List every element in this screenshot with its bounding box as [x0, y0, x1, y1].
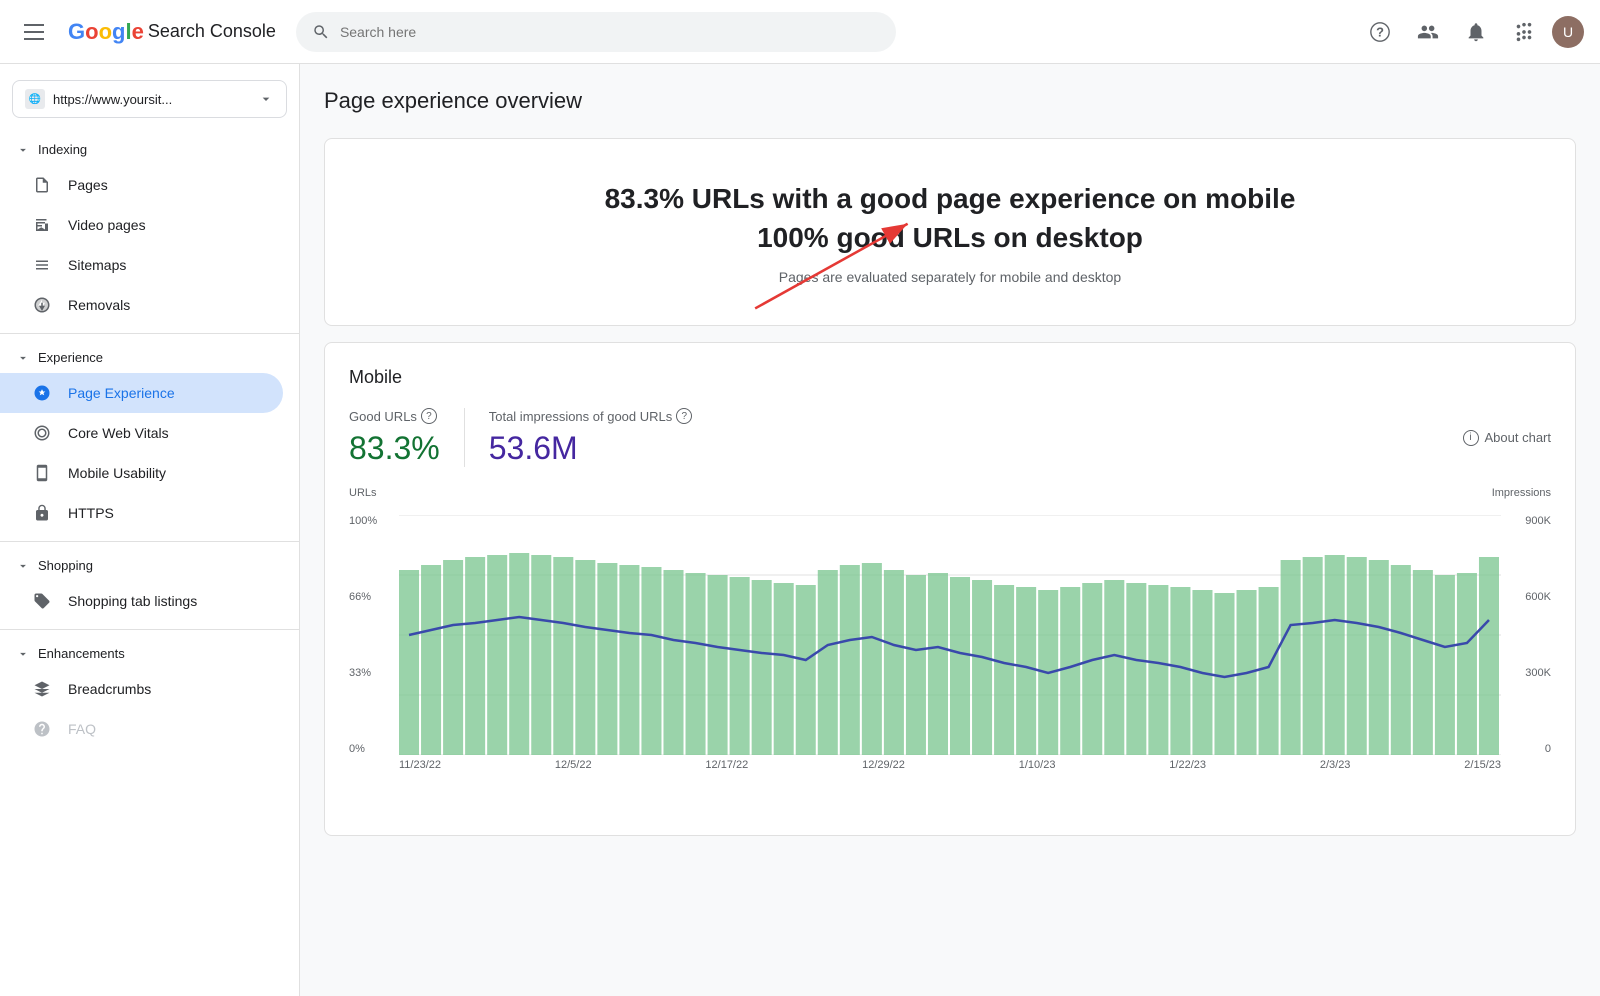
user-settings-button[interactable]: [1408, 12, 1448, 52]
avatar[interactable]: U: [1552, 16, 1584, 48]
section-experience-label: Experience: [38, 350, 103, 365]
good-urls-info-icon[interactable]: ?: [421, 408, 437, 424]
section-enhancements[interactable]: Enhancements: [0, 638, 299, 669]
https-icon: [32, 503, 52, 523]
sidebar-item-video-pages-label: Video pages: [68, 217, 146, 233]
app-title: Search Console: [148, 21, 276, 42]
divider: [0, 333, 299, 334]
sidebar-item-sitemaps-label: Sitemaps: [68, 257, 126, 273]
sidebar-item-page-experience[interactable]: Page Experience: [0, 373, 283, 413]
headline-line1: 83.3% URLs with a good page experience o…: [605, 183, 1296, 214]
header-actions: ? U: [1360, 12, 1584, 52]
sidebar-item-shopping-tab-label: Shopping tab listings: [68, 593, 197, 609]
chart-card: Mobile Good URLs ? 83.3% Total impressio…: [324, 342, 1576, 836]
sidebar-item-faq-label: FAQ: [68, 721, 96, 737]
video-pages-icon: [32, 215, 52, 235]
sidebar-item-breadcrumbs[interactable]: Breadcrumbs: [0, 669, 283, 709]
good-urls-label: Good URLs ?: [349, 408, 440, 424]
sidebar-item-video-pages[interactable]: Video pages: [0, 205, 283, 245]
chevron-down-icon: [16, 143, 30, 157]
apps-button[interactable]: [1504, 12, 1544, 52]
google-logo: Google Search Console: [68, 19, 276, 45]
pages-icon: [32, 175, 52, 195]
site-selector[interactable]: 🌐 https://www.yoursit...: [12, 80, 287, 118]
x-axis-labels: 11/23/22 12/5/22 12/17/22 12/29/22 1/10/…: [399, 759, 1501, 771]
divider-2: [0, 541, 299, 542]
section-shopping-label: Shopping: [38, 558, 93, 573]
sidebar-item-https[interactable]: HTTPS: [0, 493, 283, 533]
sidebar-item-core-web-vitals[interactable]: Core Web Vitals: [0, 413, 283, 453]
mobile-usability-icon: [32, 463, 52, 483]
chart-y-label-left: URLs: [349, 487, 377, 499]
page-experience-icon: [32, 383, 52, 403]
y-axis-right: 900K 600K 300K 0: [1525, 515, 1551, 755]
chevron-down-icon: [16, 559, 30, 573]
section-experience[interactable]: Experience: [0, 342, 299, 373]
divider-3: [0, 629, 299, 630]
removals-icon: [32, 295, 52, 315]
site-favicon: 🌐: [25, 89, 45, 109]
breadcrumbs-icon: [32, 679, 52, 699]
search-icon: [312, 23, 330, 41]
section-enhancements-label: Enhancements: [38, 646, 125, 661]
core-web-vitals-icon: [32, 423, 52, 443]
good-urls-metric: Good URLs ? 83.3%: [349, 408, 464, 467]
about-chart-button[interactable]: i About chart: [1463, 430, 1552, 446]
page-title: Page experience overview: [324, 88, 1576, 114]
sidebar-item-https-label: HTTPS: [68, 505, 114, 521]
sidebar-item-sitemaps[interactable]: Sitemaps: [0, 245, 283, 285]
summary-card: 83.3% URLs with a good page experience o…: [324, 138, 1576, 326]
impressions-info-icon[interactable]: ?: [676, 408, 692, 424]
about-chart-icon: i: [1463, 430, 1479, 446]
chart-section-title: Mobile: [349, 367, 1551, 388]
sidebar-item-breadcrumbs-label: Breadcrumbs: [68, 681, 151, 697]
chart-y-label-right: Impressions: [1492, 487, 1551, 499]
svg-text:?: ?: [1376, 24, 1384, 39]
chevron-down-icon: [16, 351, 30, 365]
chart-area: URLs Impressions: [349, 491, 1551, 811]
sitemaps-icon: [32, 255, 52, 275]
impressions-value: 53.6M: [489, 430, 693, 467]
headline-line2: 100% good URLs on desktop: [757, 222, 1143, 253]
sidebar-item-page-experience-label: Page Experience: [68, 385, 175, 401]
sidebar-item-mobile-usability[interactable]: Mobile Usability: [0, 453, 283, 493]
help-button[interactable]: ?: [1360, 12, 1400, 52]
impressions-label: Total impressions of good URLs ?: [489, 408, 693, 424]
faq-icon: [32, 719, 52, 739]
section-indexing-label: Indexing: [38, 142, 87, 157]
site-url: https://www.yoursit...: [53, 92, 250, 107]
impressions-metric: Total impressions of good URLs ? 53.6M: [464, 408, 717, 467]
notifications-button[interactable]: [1456, 12, 1496, 52]
layout: 🌐 https://www.yoursit... Indexing Pages …: [0, 64, 1600, 996]
metrics-row: Good URLs ? 83.3% Total impressions of g…: [349, 408, 1551, 467]
search-bar[interactable]: [296, 12, 896, 52]
shopping-icon: [32, 591, 52, 611]
sidebar-item-shopping-tab[interactable]: Shopping tab listings: [0, 581, 283, 621]
chart-svg: [399, 515, 1501, 755]
sidebar-item-removals-label: Removals: [68, 297, 130, 313]
summary-subtitle: Pages are evaluated separately for mobil…: [349, 269, 1551, 285]
section-indexing[interactable]: Indexing: [0, 134, 299, 165]
hamburger-menu[interactable]: [16, 16, 52, 48]
main-content: Page experience overview 83.3% URLs with…: [300, 64, 1600, 996]
y-axis-left: 100% 66% 33% 0%: [349, 515, 377, 755]
about-chart-label: About chart: [1485, 430, 1552, 445]
sidebar-item-core-web-vitals-label: Core Web Vitals: [68, 425, 169, 441]
search-input[interactable]: [340, 24, 880, 40]
summary-headline: 83.3% URLs with a good page experience o…: [349, 179, 1551, 257]
sidebar-item-mobile-usability-label: Mobile Usability: [68, 465, 166, 481]
sidebar-item-pages-label: Pages: [68, 177, 108, 193]
chevron-down-icon: [16, 647, 30, 661]
sidebar: 🌐 https://www.yoursit... Indexing Pages …: [0, 64, 300, 996]
sidebar-item-removals[interactable]: Removals: [0, 285, 283, 325]
sidebar-item-faq[interactable]: FAQ: [0, 709, 283, 749]
header: Google Search Console ? U: [0, 0, 1600, 64]
section-shopping[interactable]: Shopping: [0, 550, 299, 581]
header-left: Google Search Console: [16, 16, 276, 48]
good-urls-value: 83.3%: [349, 430, 440, 467]
sidebar-item-pages[interactable]: Pages: [0, 165, 283, 205]
chevron-down-icon: [258, 91, 274, 107]
